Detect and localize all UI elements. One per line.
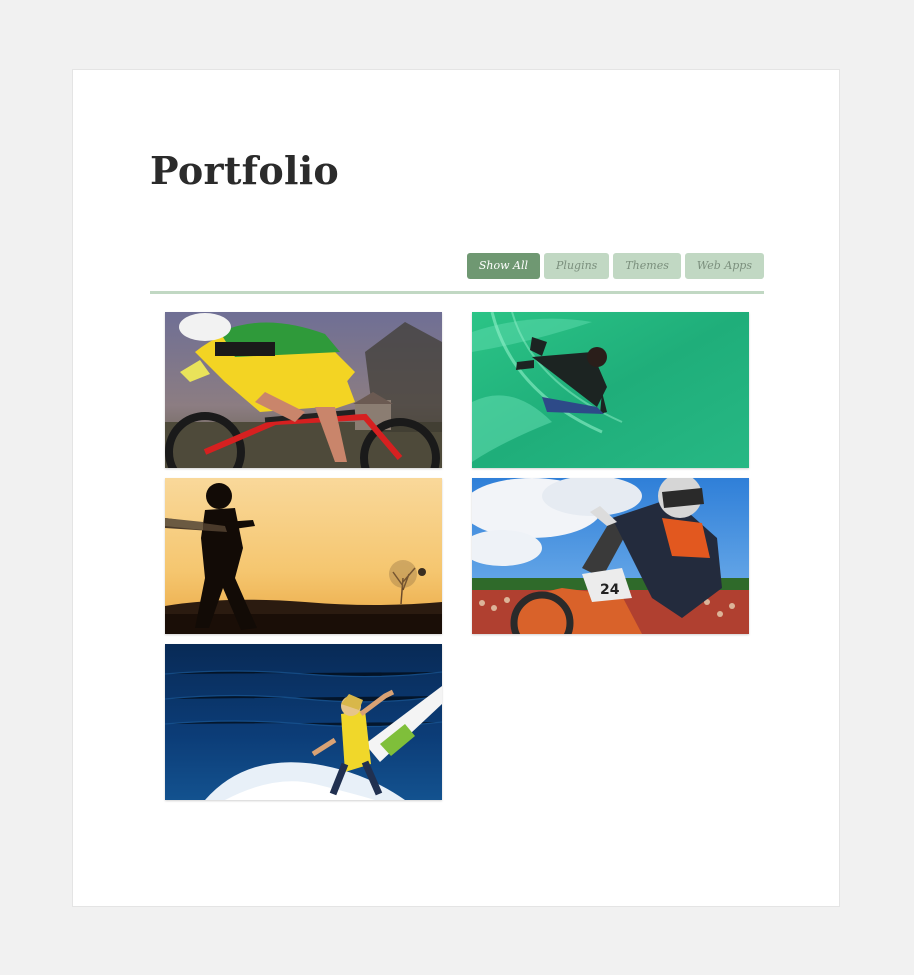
surfer-thumbnail-image [165, 644, 442, 800]
filter-button-group: Show All Plugins Themes Web Apps [466, 253, 764, 279]
portfolio-item-cricket[interactable] [165, 478, 442, 634]
filter-themes-button[interactable]: Themes [613, 253, 681, 279]
portfolio-item-motocross[interactable]: 24 [472, 478, 749, 634]
portfolio-item-cyclist[interactable] [165, 312, 442, 468]
portfolio-item-surfer[interactable] [165, 644, 442, 800]
page-card: Portfolio Show All Plugins Themes Web Ap… [72, 69, 840, 907]
motocross-thumbnail-image: 24 [472, 478, 749, 634]
portfolio-item-bodyboarder[interactable] [472, 312, 749, 468]
svg-text:24: 24 [600, 582, 620, 598]
filter-show-all-button[interactable]: Show All [466, 253, 541, 279]
page-title: Portfolio [150, 148, 340, 193]
bodyboarder-thumbnail-image [472, 312, 749, 468]
filter-web-apps-button[interactable]: Web Apps [684, 253, 764, 279]
cyclist-thumbnail-image [165, 312, 442, 468]
filter-plugins-button[interactable]: Plugins [544, 253, 610, 279]
portfolio-filter-bar: Show All Plugins Themes Web Apps [150, 253, 764, 294]
cricket-thumbnail-image [165, 478, 442, 634]
